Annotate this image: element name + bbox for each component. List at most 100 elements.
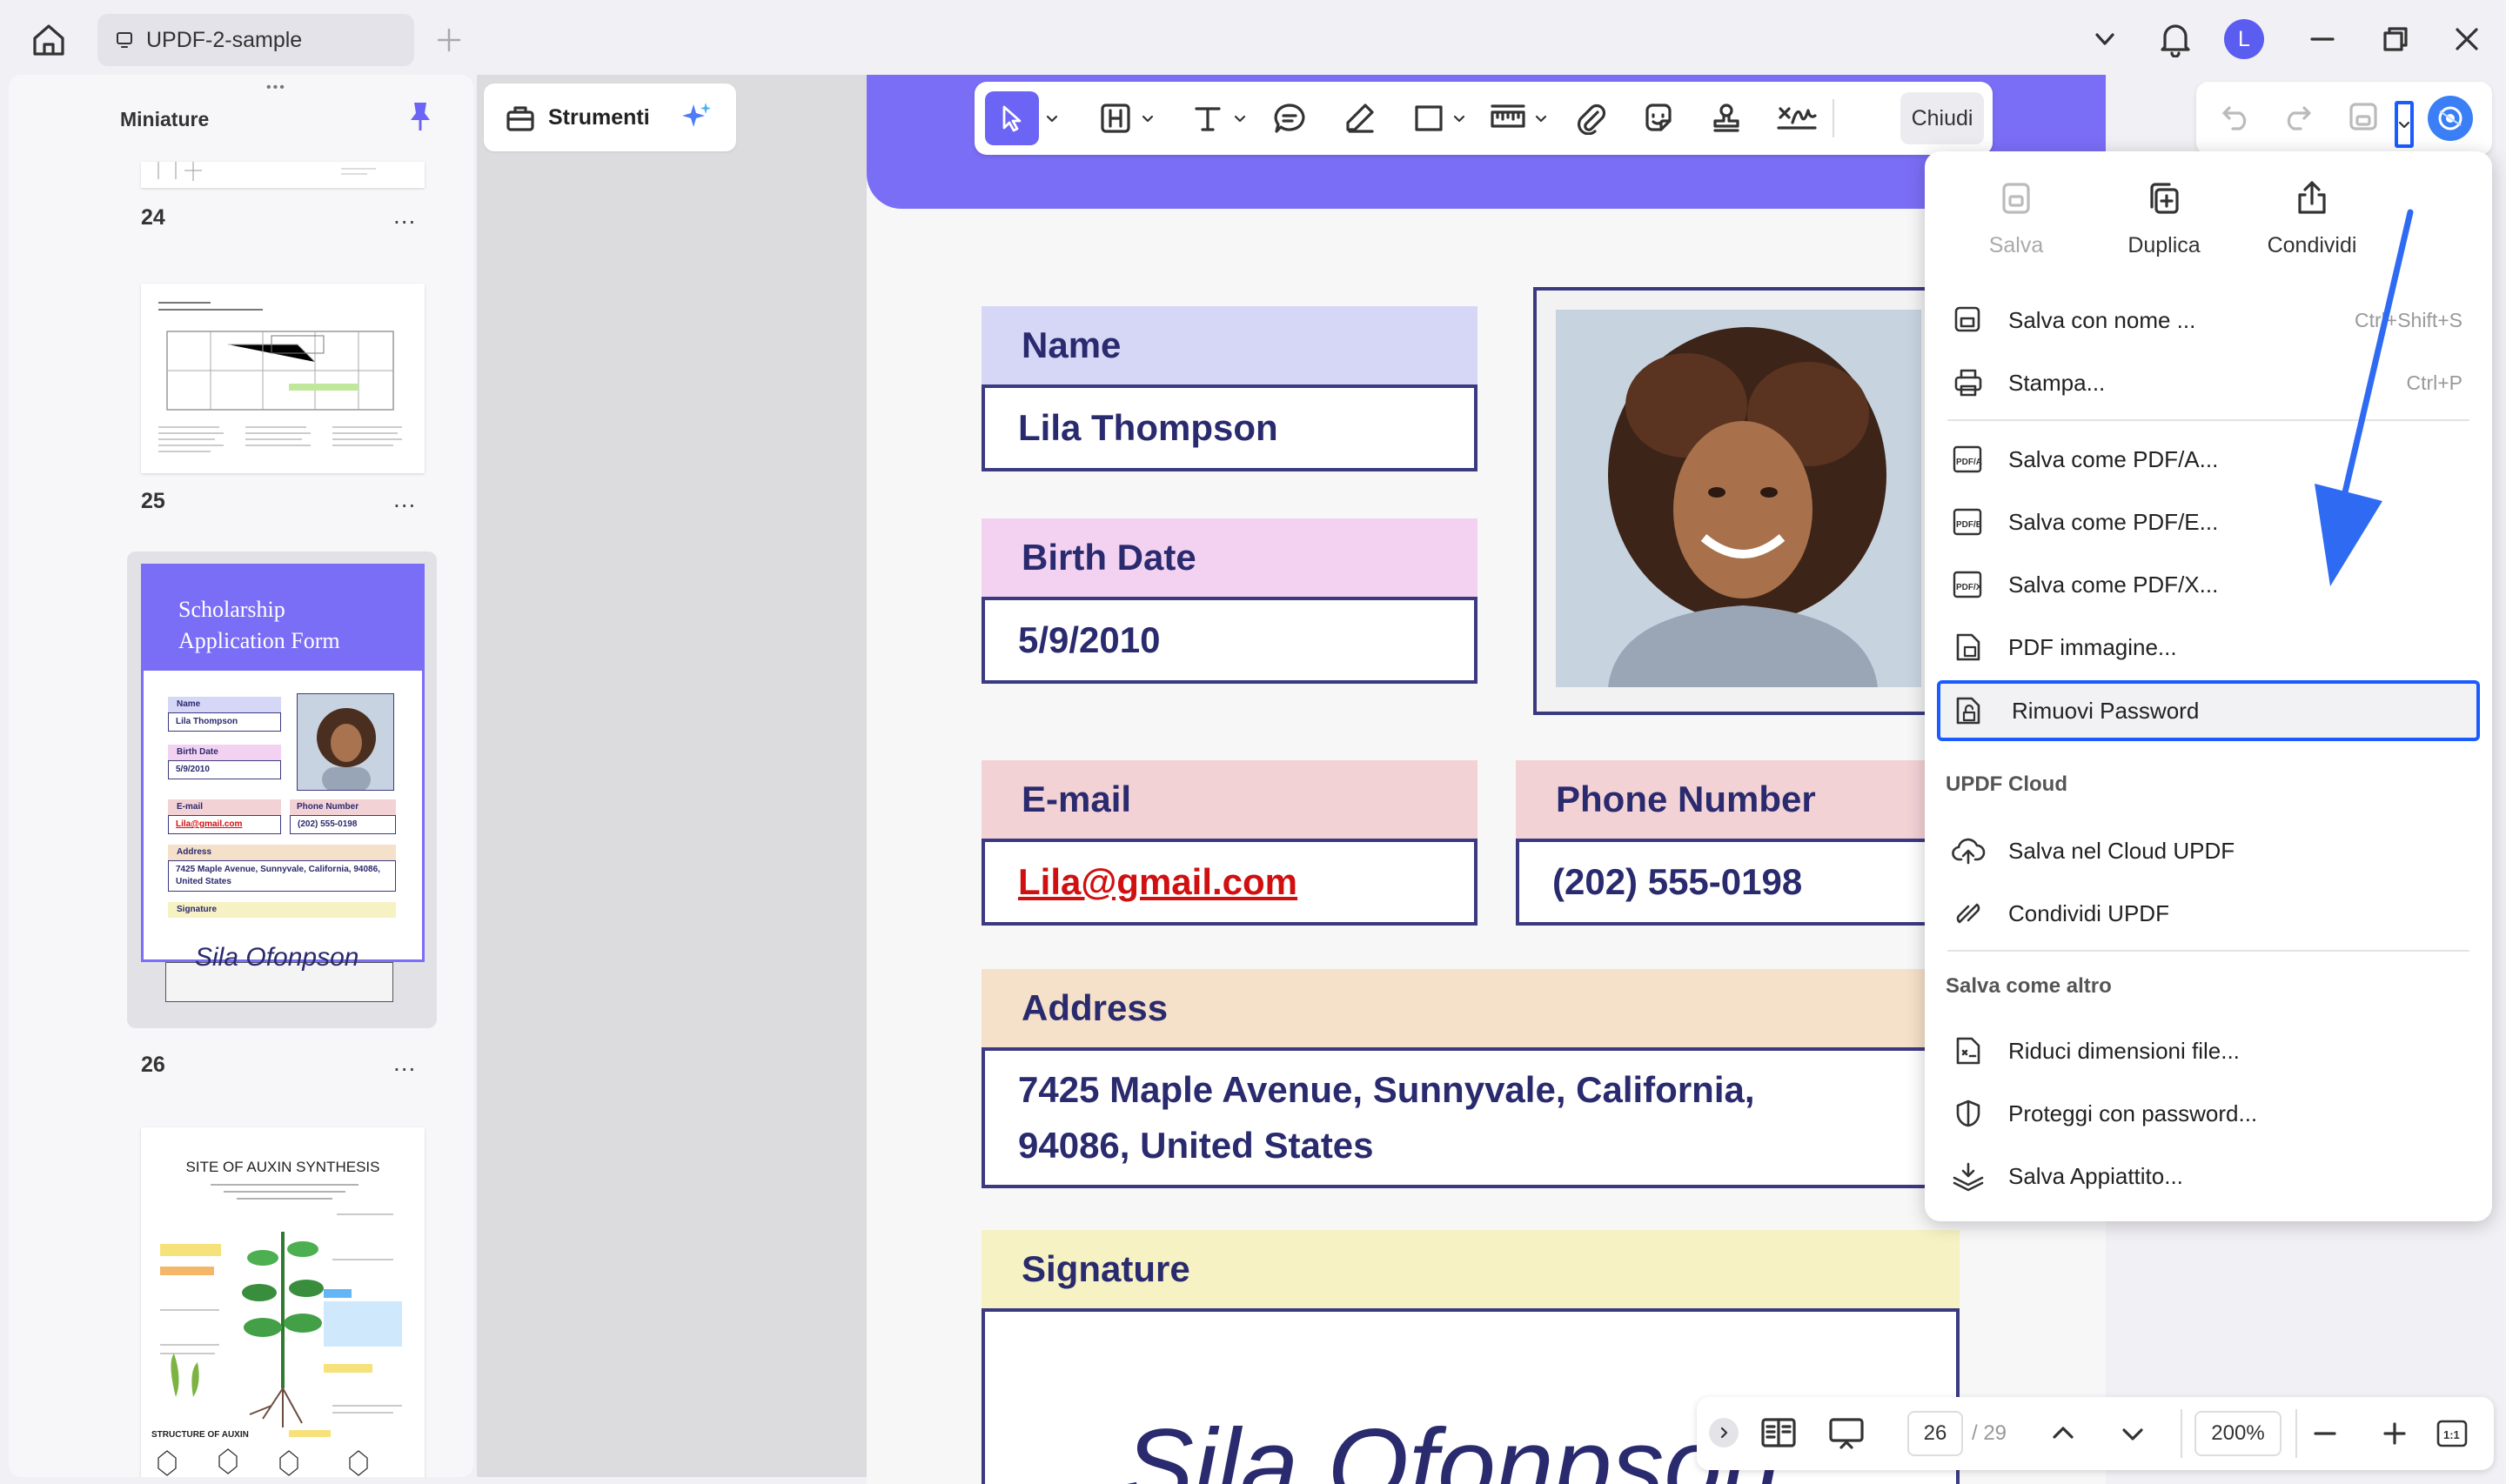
pdf-x-icon: PDF/X [1949,565,1987,604]
phone-field[interactable]: (202) 555-0198 [1516,839,1960,926]
zoom-out-icon[interactable] [2311,1420,2339,1447]
toolbox-icon [505,102,536,133]
svg-text:PDF/A: PDF/A [1956,458,1982,467]
address-label: Address [982,969,1960,1047]
measure-dropdown[interactable] [1531,97,1551,139]
bar-divider [2181,1409,2182,1458]
more-options-icon[interactable]: ... [393,1049,416,1077]
close-edit-button[interactable]: Chiudi [1900,92,1984,144]
menu-item-protect-password[interactable]: Proteggi con password... [1947,1087,2469,1140]
thumbnail-page-27[interactable]: SITE OF AUXIN SYNTHESIS STRUCTURE OF AUX… [141,1127,425,1477]
menu-save-label: Salva [1988,233,2044,257]
menu-save-button[interactable]: Salva [1942,179,2090,258]
more-options-icon[interactable]: ... [393,485,416,513]
address-line-1: 7425 Maple Avenue, Sunnyvale, California… [1018,1069,1755,1110]
ruler-icon [1489,102,1527,135]
thumb-title-line1: Scholarship [178,597,285,622]
stamp-tool[interactable] [1707,97,1745,139]
text-dropdown[interactable] [1230,97,1250,139]
menu-item-flatten[interactable]: Salva Appiattito... [1947,1150,2469,1202]
prev-page-icon[interactable] [2048,1418,2078,1447]
restore-icon[interactable] [2381,24,2410,54]
avatar[interactable]: L [2224,19,2264,59]
birth-date-field[interactable]: 5/9/2010 [982,597,1477,684]
thumb-signature-value: Sila Ofonpson [195,943,359,972]
undo-icon[interactable] [2219,99,2254,134]
profile-photo[interactable] [1556,310,1921,687]
bell-icon[interactable] [2158,21,2193,57]
thumb-phone-value: (202) 555-0198 [290,815,396,834]
image-pdf-icon [1949,628,1987,666]
pdf-e-icon: PDF/E [1949,503,1987,541]
page-layout-icon[interactable] [1759,1414,1798,1453]
pencil-tool[interactable] [1340,97,1378,139]
thumb-email-label: E-mail [168,799,281,815]
close-window-icon[interactable] [2452,24,2482,54]
paperclip-icon [1574,102,1607,135]
address-field[interactable]: 7425 Maple Avenue, Sunnyvale, California… [982,1047,1960,1188]
cloud-upload-icon [1949,832,1987,870]
next-page-icon[interactable] [2118,1420,2148,1449]
measure-tool[interactable] [1486,97,1530,139]
thumbnail-page-25[interactable] [141,284,425,473]
zoom-level[interactable]: 200% [2194,1411,2282,1456]
ai-sparkle-icon[interactable] [678,99,714,136]
panel-title: Miniature [120,108,210,130]
signature-tool[interactable] [1773,97,1820,139]
select-tool[interactable] [985,91,1039,145]
chevron-down-icon [1233,111,1247,125]
menu-item-save-cloud[interactable]: Salva nel Cloud UPDF [1947,825,2469,877]
new-tab-icon[interactable] [435,26,463,54]
tools-button[interactable]: Strumenti [484,84,736,151]
thumb-name-value: Lila Thompson [168,712,281,732]
redo-icon[interactable] [2280,99,2315,134]
page-number: 26 [141,1053,165,1077]
bar-divider [2295,1409,2297,1458]
ai-assistant-icon[interactable] [2428,96,2473,141]
save-icon[interactable] [2346,99,2381,134]
compress-icon [1949,1032,1987,1070]
speech-bubble-icon [1272,102,1307,135]
email-field[interactable]: Lila@gmail.com [982,839,1477,926]
link-icon [1949,894,1987,933]
save-menu-dropdown[interactable] [2395,101,2414,148]
page-number-input[interactable]: 26 [1907,1411,1963,1456]
actual-size-icon[interactable]: 1:1 [2435,1416,2469,1451]
thumb27-subtitle: STRUCTURE OF AUXIN [151,1430,249,1440]
zoom-in-icon[interactable] [2381,1420,2409,1447]
resize-handle[interactable]: ••• [266,80,286,96]
thumb-address-value: 7425 Maple Avenue, Sunnyvale, California… [168,860,396,892]
email-label: E-mail [982,760,1477,839]
shape-dropdown[interactable] [1450,97,1469,139]
highlight-dropdown[interactable] [1138,97,1157,139]
title-bar: UPDF-2-sample L [0,0,2506,77]
thumb-birth-label: Birth Date [168,745,281,760]
thumb-email-value: Lila@gmail.com [168,815,281,834]
sticker-tool[interactable] [1639,97,1678,139]
shape-tool[interactable] [1410,97,1448,139]
attach-tool[interactable] [1571,97,1610,139]
pin-icon[interactable] [405,99,435,134]
comment-tool[interactable] [1270,97,1309,139]
minimize-icon[interactable] [2308,24,2337,54]
thumbnail-page-26[interactable]: Scholarship Application Form Name Lila T… [141,564,425,962]
select-tool-dropdown[interactable] [1042,97,1062,139]
expand-bar-icon[interactable] [1709,1418,1739,1447]
highlight-tool[interactable] [1096,97,1135,139]
home-icon[interactable] [30,21,68,59]
menu-item-reduce-size[interactable]: Riduci dimensioni file... [1947,1025,2469,1077]
thumbnail-page-24[interactable] [141,162,425,188]
annotation-toolbar: Chiudi [975,82,1993,155]
section-cloud: UPDF Cloud [1946,772,2067,796]
document-tab[interactable]: UPDF-2-sample [97,14,414,66]
menu-item-remove-password[interactable]: Rimuovi Password [1937,680,2480,741]
menu-item-share-updf[interactable]: Condividi UPDF [1947,887,2469,939]
menu-item-pdf-image[interactable]: PDF immagine... [1947,621,2469,673]
presentation-icon[interactable] [1827,1414,1866,1453]
thumb-signature-label: Signature [168,902,396,918]
text-tool[interactable] [1189,97,1227,139]
chevron-down-icon[interactable] [2092,26,2118,52]
name-field[interactable]: Lila Thompson [982,384,1477,471]
more-options-icon[interactable]: ... [393,202,416,230]
menu-duplicate-button[interactable]: Duplica [2090,179,2238,258]
